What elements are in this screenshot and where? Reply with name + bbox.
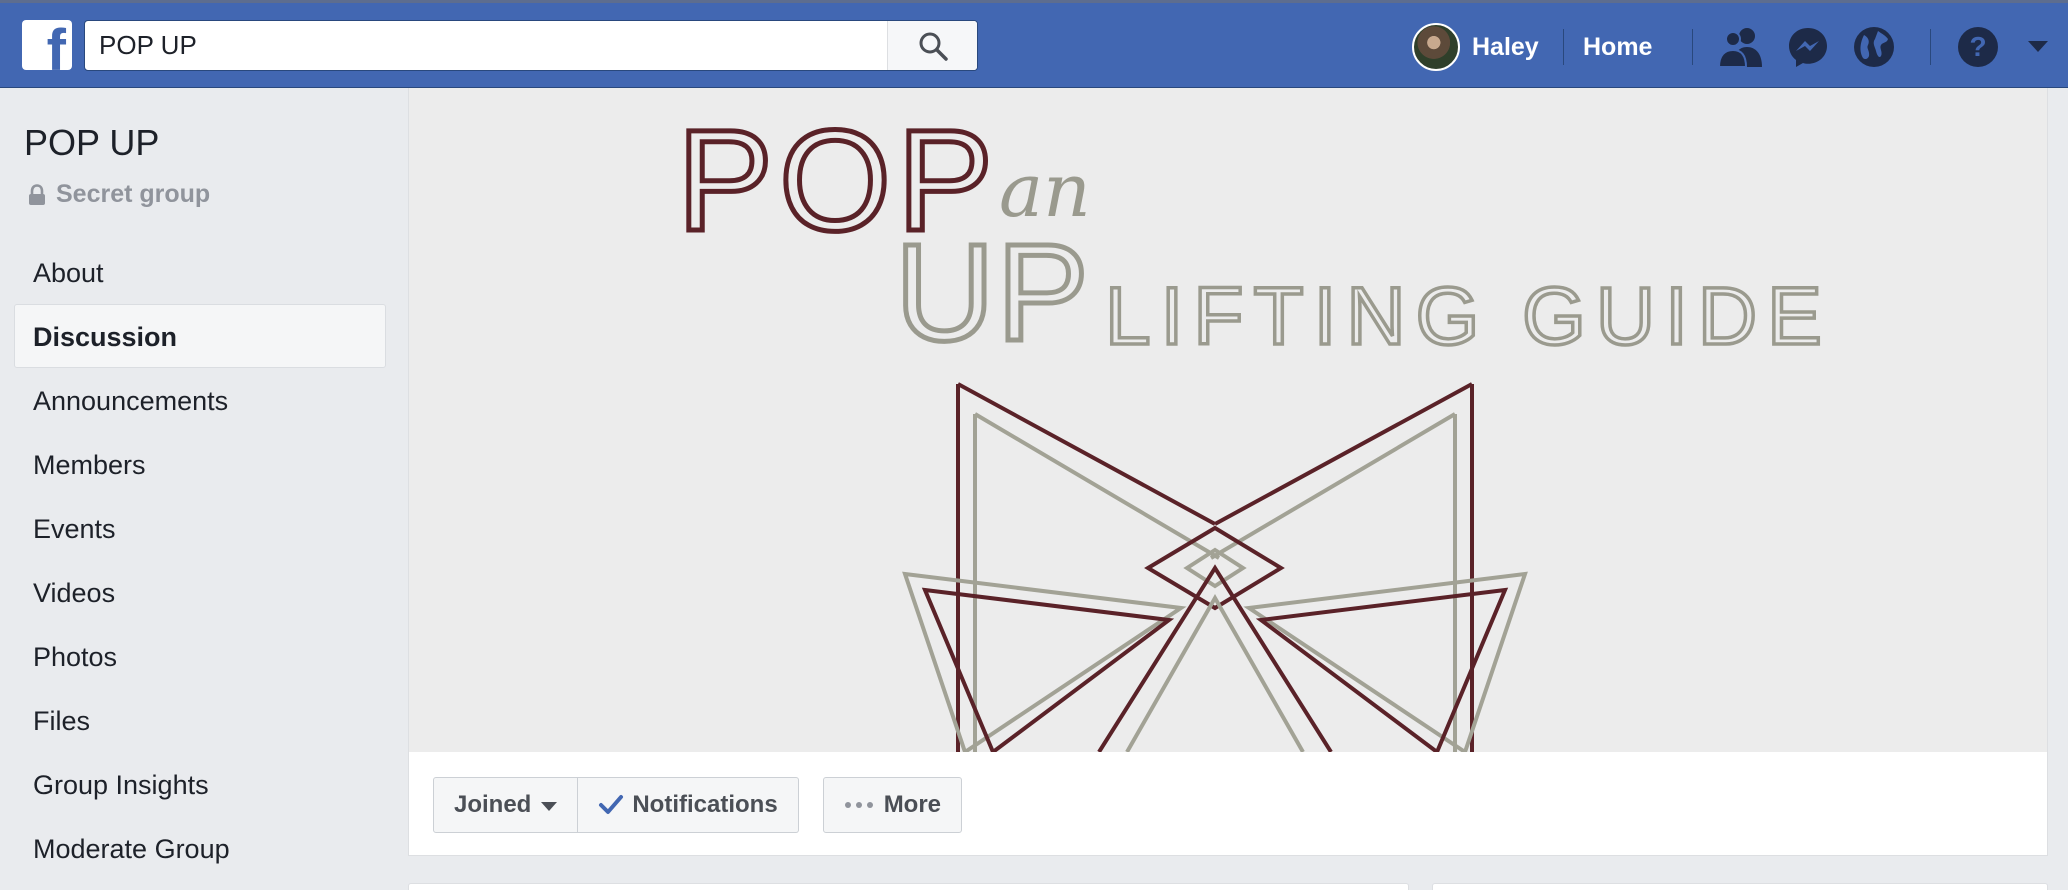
account-menu-caret-icon[interactable] <box>2026 39 2050 55</box>
facebook-logo-letter: f <box>46 20 66 71</box>
svg-text:?: ? <box>1969 31 1986 62</box>
search-input[interactable] <box>99 21 939 70</box>
more-label: More <box>883 791 942 818</box>
sidebar-item-announcements[interactable]: Announcements <box>14 368 386 432</box>
group-sidebar-nav: About Discussion Announcements Members E… <box>14 240 386 880</box>
sidebar-item-photos[interactable]: Photos <box>14 624 386 688</box>
group-title[interactable]: POP UP <box>24 122 159 164</box>
help-icon[interactable]: ? <box>1956 25 2000 69</box>
sidebar-item-group-insights[interactable]: Group Insights <box>14 752 386 816</box>
group-privacy-label: Secret group <box>28 180 210 209</box>
cover-artwork: POP an UP LIFTING GUIDE <box>675 98 1832 752</box>
avatar <box>1412 23 1460 71</box>
composer-card <box>408 883 1409 890</box>
notifications-label: Notifications <box>632 791 778 818</box>
facebook-logo-icon[interactable]: f <box>22 20 72 70</box>
sidebar-item-videos[interactable]: Videos <box>14 560 386 624</box>
sidebar-item-files[interactable]: Files <box>14 688 386 752</box>
checkmark-icon <box>599 795 624 814</box>
search-icon <box>919 32 948 61</box>
nav-divider <box>1930 29 1931 65</box>
joined-button[interactable]: Joined <box>433 777 579 833</box>
messenger-icon[interactable] <box>1786 25 1830 69</box>
cover-photo[interactable]: POP an UP LIFTING GUIDE <box>409 88 2047 752</box>
sidebar-item-members[interactable]: Members <box>14 432 386 496</box>
home-link[interactable]: Home <box>1583 33 1652 62</box>
sidebar-item-discussion[interactable]: Discussion <box>14 304 386 368</box>
more-button[interactable]: More <box>822 777 963 833</box>
search-box <box>84 20 978 71</box>
lock-icon <box>29 183 45 205</box>
notifications-globe-icon[interactable] <box>1852 25 1896 69</box>
group-privacy-text: Secret group <box>56 180 211 208</box>
profile-link[interactable]: Haley <box>1412 21 1539 73</box>
chevron-down-icon <box>541 802 558 811</box>
friend-requests-icon[interactable] <box>1716 25 1766 69</box>
more-dots-icon <box>844 802 873 808</box>
sidebar-item-moderate-group[interactable]: Moderate Group <box>14 816 386 880</box>
cover-geometric-logo <box>902 382 1528 752</box>
nav-divider <box>1692 29 1693 65</box>
profile-name: Haley <box>1472 32 1539 61</box>
group-action-bar: Joined Notifications More <box>433 777 963 833</box>
nav-divider <box>1563 29 1564 65</box>
cover-text-lifting-guide: LIFTING GUIDE <box>1105 271 1832 362</box>
sidebar-item-events[interactable]: Events <box>14 496 386 560</box>
notifications-button[interactable]: Notifications <box>578 777 799 833</box>
cover-text-up: UP <box>895 216 1091 370</box>
sidebar-item-about[interactable]: About <box>14 240 386 304</box>
top-navigation-bar: f Haley Home ? <box>0 0 2068 88</box>
search-button[interactable] <box>887 21 977 70</box>
group-cover-card: POP an UP LIFTING GUIDE Joined Notificat… <box>408 88 2048 856</box>
joined-label: Joined <box>454 791 532 818</box>
right-column-card <box>1432 883 2048 890</box>
